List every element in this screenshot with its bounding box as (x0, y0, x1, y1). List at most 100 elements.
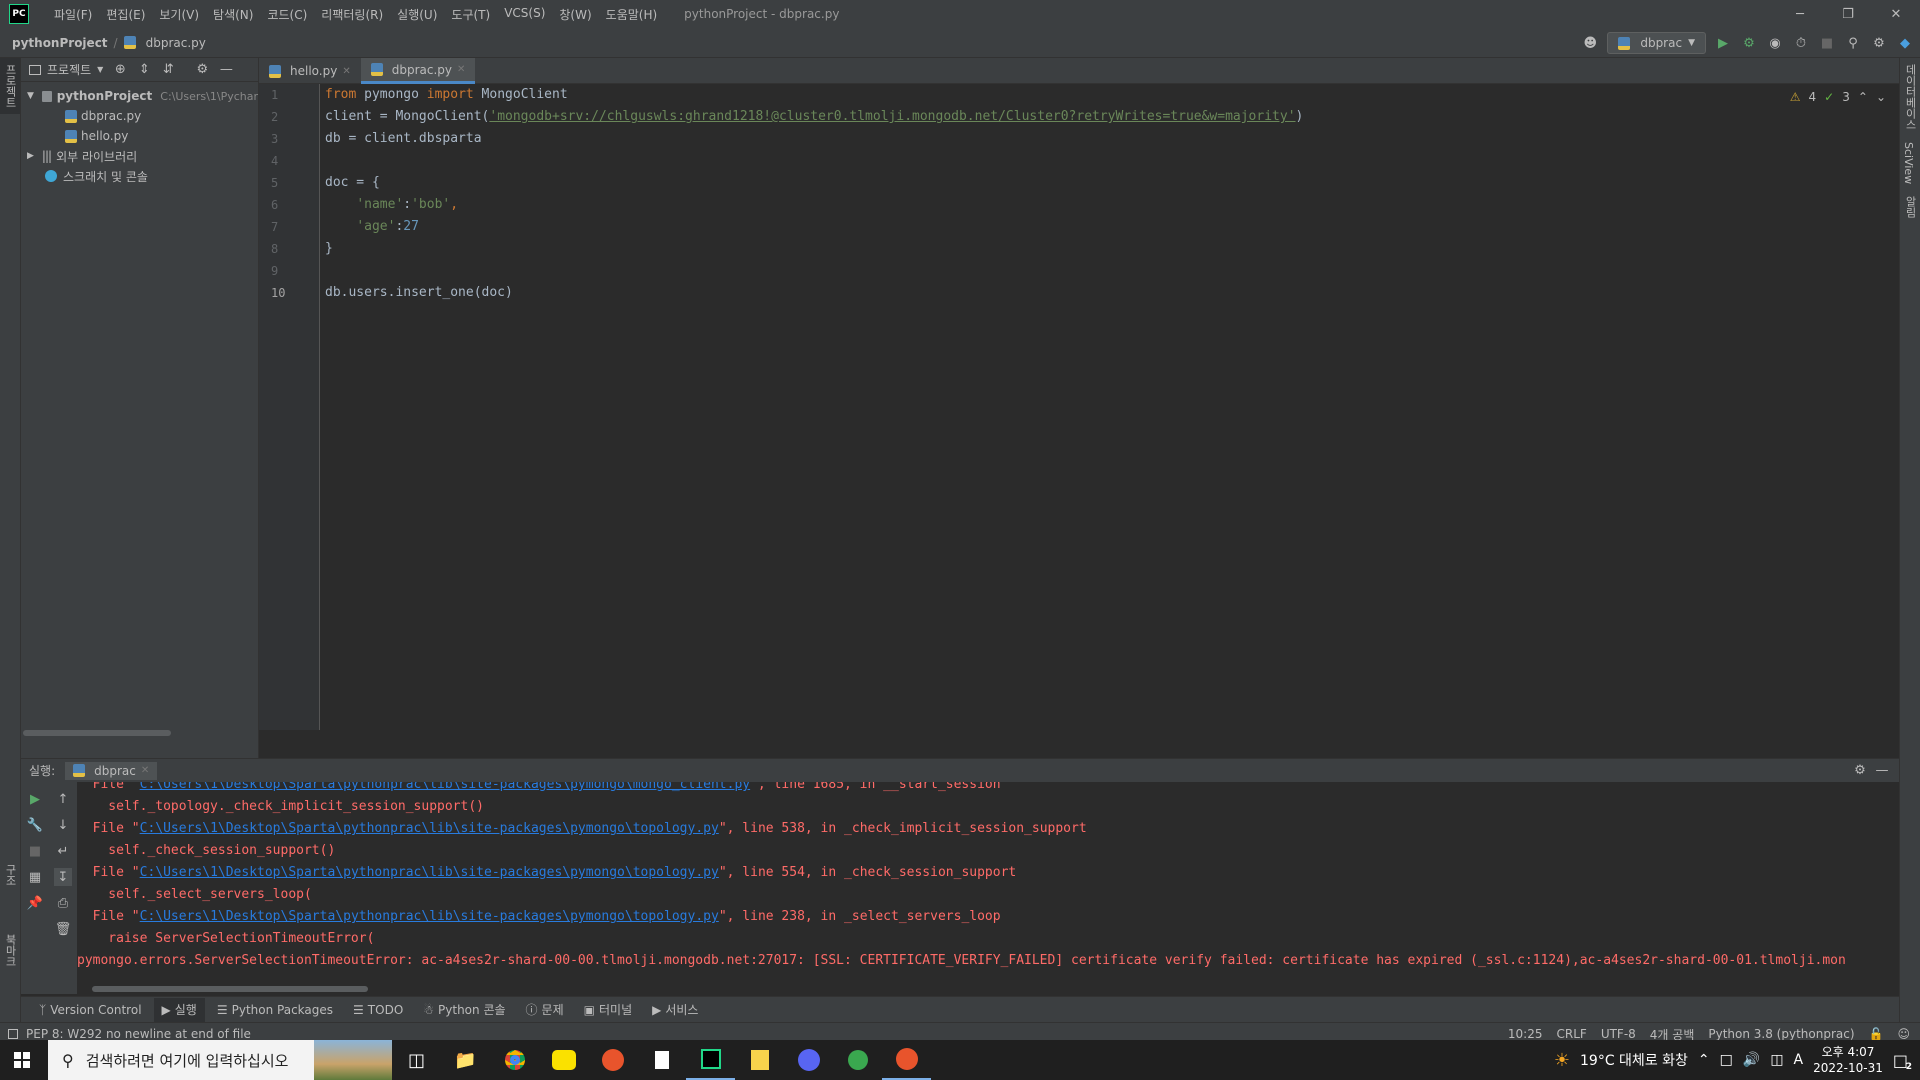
expand-all-icon[interactable]: ⇕ (135, 61, 153, 79)
notifications-tool-button[interactable]: 알림 (1900, 190, 1920, 224)
tool-run[interactable]: ▶ 실행 (153, 997, 205, 1022)
menu-vcs[interactable]: VCS(S) (497, 6, 552, 23)
event-icon[interactable]: ☺ (1897, 1027, 1910, 1041)
tool-problems[interactable]: ⓘ 문제 (518, 998, 572, 1022)
coverage-icon[interactable]: ◉ (1766, 34, 1784, 52)
weather-text[interactable]: 19°C 대체로 화창 (1580, 1050, 1688, 1070)
project-panel-title[interactable]: 프로젝트 (47, 61, 91, 78)
task-view-icon[interactable]: ◫ (392, 1040, 441, 1080)
project-panel-scrollbar[interactable] (23, 730, 171, 736)
notepad-icon[interactable] (735, 1040, 784, 1080)
tool-services[interactable]: ▶ 서비스 (644, 998, 706, 1022)
volume-icon[interactable]: 🔊 (1743, 1052, 1760, 1068)
chevron-right-icon[interactable]: ▶ (27, 151, 34, 161)
pycharm-taskbar-icon[interactable] (686, 1040, 735, 1080)
discord-icon[interactable] (784, 1040, 833, 1080)
arrow-down-icon[interactable]: ↓ (54, 816, 72, 834)
jetbrains-icon[interactable]: ◆ (1896, 34, 1914, 52)
lock-icon[interactable]: 🔓 (1869, 1027, 1884, 1041)
user-icon[interactable]: ☻ (1581, 34, 1599, 52)
chevron-up-icon[interactable]: ⌃ (1698, 1052, 1710, 1068)
scroll-to-end-icon[interactable]: ↧ (54, 868, 72, 886)
tree-item-scratches[interactable]: 스크래치 및 콘솔 (21, 166, 258, 186)
tool-python-packages[interactable]: ☰ Python Packages (209, 998, 341, 1022)
tool-todo[interactable]: ☰ TODO (345, 998, 411, 1022)
run-configuration-select[interactable]: dbprac ▼ (1607, 32, 1706, 54)
menu-file[interactable]: 파일(F) (47, 6, 99, 23)
print-icon[interactable]: ⎙ (54, 894, 72, 912)
stop-icon[interactable]: ■ (1818, 34, 1836, 52)
menu-window[interactable]: 창(W) (552, 6, 598, 23)
sciview-tool-button[interactable]: SciView (1900, 136, 1917, 190)
minimize-button[interactable]: ─ (1776, 0, 1824, 28)
trash-icon[interactable]: 🗑 (54, 920, 72, 938)
pin-icon[interactable]: 📌 (26, 894, 44, 912)
app-s-icon[interactable] (588, 1040, 637, 1080)
menu-help[interactable]: 도움말(H) (599, 6, 665, 23)
tool-version-control[interactable]: ᛉ Version Control (31, 998, 150, 1022)
gear-icon[interactable]: ⚙ (193, 61, 211, 79)
chevron-down-icon[interactable]: ⌄ (1876, 90, 1886, 104)
windows-start-icon[interactable] (14, 1052, 30, 1068)
stop-icon[interactable]: ■ (26, 842, 44, 860)
tree-item-hello[interactable]: hello.py (21, 126, 258, 146)
pycharm-logo-icon[interactable]: PC (9, 4, 29, 24)
hide-icon[interactable]: — (217, 61, 235, 79)
breadcrumb-file[interactable]: dbprac.py (146, 36, 206, 50)
app-s2-icon[interactable] (882, 1040, 931, 1080)
settings-icon[interactable]: ⚙ (1870, 34, 1888, 52)
menu-view[interactable]: 보기(V) (152, 6, 206, 23)
breadcrumb-project[interactable]: pythonProject (12, 36, 108, 50)
weather-icon[interactable]: ☀ (1554, 1050, 1570, 1071)
bookmarks-tool-button[interactable]: 북마크 (0, 928, 20, 973)
traceback-link[interactable]: C:\Users\1\Desktop\Sparta\pythonprac\lib… (140, 782, 750, 792)
menu-run[interactable]: 실행(U) (390, 6, 444, 23)
ime-indicator[interactable]: A (1794, 1052, 1804, 1068)
soft-wrap-icon[interactable]: ↵ (54, 842, 72, 860)
locate-icon[interactable]: ⊕ (111, 61, 129, 79)
layout-icon[interactable]: ▦ (26, 868, 44, 886)
debug-icon[interactable]: ⚙ (1740, 34, 1758, 52)
network-icon[interactable]: □ (1720, 1052, 1733, 1068)
frog-app-icon[interactable] (833, 1040, 882, 1080)
chrome-icon[interactable] (490, 1040, 539, 1080)
menu-tools[interactable]: 도구(T) (444, 6, 497, 23)
taskbar-search-box[interactable]: ⚲ 검색하려면 여기에 입력하십시오 (48, 1040, 392, 1080)
close-tab-icon[interactable]: ✕ (457, 64, 465, 75)
project-tool-button[interactable]: 프로젝트 (0, 58, 20, 114)
arrow-up-icon[interactable]: ↑ (54, 790, 72, 808)
caret-position[interactable]: 10:25 (1508, 1027, 1543, 1041)
gear-icon[interactable]: ⚙ (1851, 762, 1869, 780)
menu-edit[interactable]: 편집(E) (99, 6, 152, 23)
traceback-link[interactable]: C:\Users\1\Desktop\Sparta\pythonprac\lib… (140, 821, 719, 836)
close-button[interactable]: ✕ (1872, 0, 1920, 28)
tab-hello[interactable]: hello.py ✕ (259, 58, 361, 84)
rerun-icon[interactable]: ▶ (26, 790, 44, 808)
tree-item-dbprac[interactable]: dbprac.py (21, 106, 258, 126)
tab-dbprac[interactable]: dbprac.py ✕ (360, 58, 476, 84)
database-tool-button[interactable]: 데이터베이스 (1900, 58, 1920, 136)
clock[interactable]: 오후 4:07 2022-10-31 (1813, 1044, 1883, 1076)
blank-document-icon[interactable] (637, 1040, 686, 1080)
close-tab-icon[interactable]: ✕ (342, 66, 350, 77)
file-explorer-icon[interactable]: 📁 (441, 1040, 490, 1080)
inspection-widget[interactable]: ⚠ 4 ✓ 3 ⌃ ⌄ (1790, 90, 1886, 104)
chevron-down-icon[interactable]: ▼ (27, 91, 34, 101)
profile-icon[interactable]: ⏱ (1792, 34, 1810, 52)
chevron-up-icon[interactable]: ⌃ (1858, 90, 1868, 104)
menu-navigate[interactable]: 탐색(N) (206, 6, 260, 23)
traceback-link[interactable]: C:\Users\1\Desktop\Sparta\pythonprac\lib… (140, 865, 719, 880)
tree-item-external-libraries[interactable]: ▶ ||| 외부 라이브러리 (21, 146, 258, 166)
run-console[interactable]: File "C:\Users\1\Desktop\Sparta\pythonpr… (77, 782, 1899, 978)
file-encoding[interactable]: UTF-8 (1601, 1027, 1636, 1041)
line-separator[interactable]: CRLF (1557, 1027, 1587, 1041)
menu-code[interactable]: 코드(C) (260, 6, 314, 23)
restore-button[interactable]: ❐ (1824, 0, 1872, 28)
tool-python-console[interactable]: ☃ Python 콘솔 (415, 998, 513, 1022)
console-horizontal-scrollbar[interactable] (92, 986, 368, 992)
collapse-all-icon[interactable]: ⇵ (159, 61, 177, 79)
wrench-icon[interactable]: 🔧 (26, 816, 44, 834)
traceback-link[interactable]: C:\Users\1\Desktop\Sparta\pythonprac\lib… (140, 909, 719, 924)
run-icon[interactable]: ▶ (1714, 34, 1732, 52)
menu-refactor[interactable]: 리팩터링(R) (314, 6, 390, 23)
